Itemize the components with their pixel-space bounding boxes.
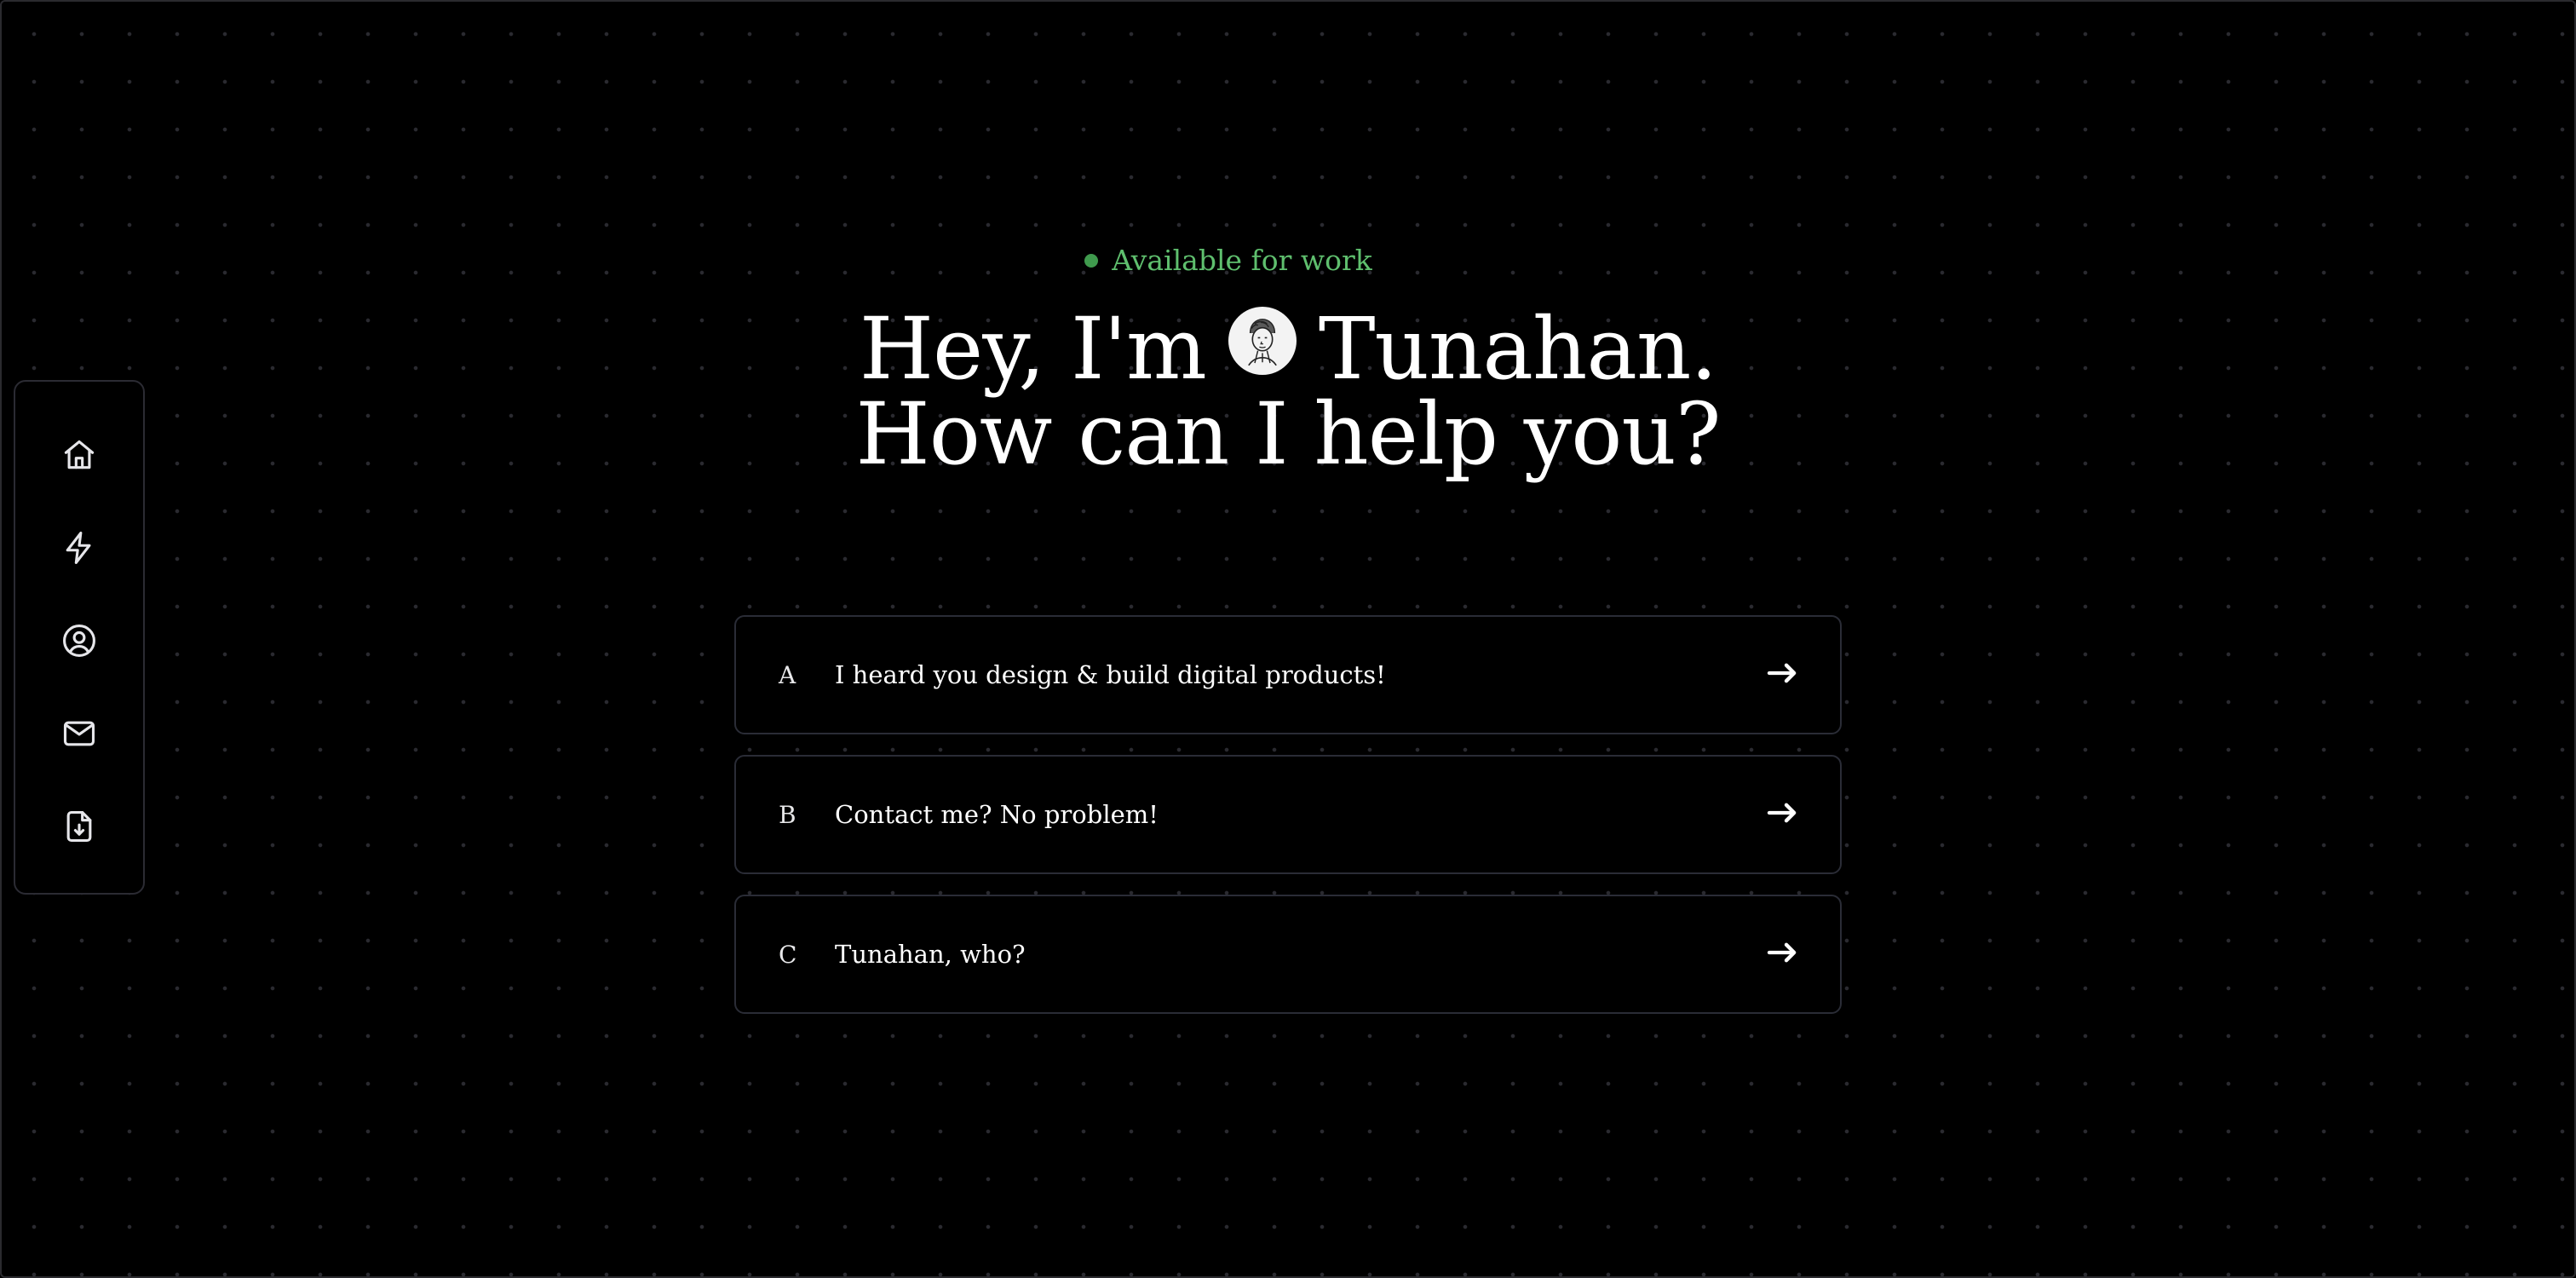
option-c-button[interactable]: C Tunahan, who?	[734, 895, 1842, 1014]
option-b-button[interactable]: B Contact me? No problem!	[734, 755, 1842, 874]
availability-status: Available for work	[0, 244, 2576, 277]
sidebar-item-lightning[interactable]	[52, 522, 106, 574]
file-download-icon	[66, 810, 92, 842]
sidebar-item-resume-download[interactable]	[52, 800, 106, 852]
option-letter: A	[779, 660, 796, 689]
option-letter: B	[779, 800, 796, 829]
hero-line-2: How can I help you?	[0, 392, 2576, 477]
option-a-button[interactable]: A I heard you design & build digital pro…	[734, 615, 1842, 734]
avatar	[1228, 307, 1297, 375]
option-letter: C	[779, 940, 797, 969]
status-dot	[1084, 253, 1099, 268]
option-text: I heard you design & build digital produ…	[835, 660, 1386, 689]
hero-heading: Hey, I'm Tunahan. How can I help you?	[0, 307, 2576, 477]
option-list: A I heard you design & build digital pro…	[734, 615, 1842, 1034]
sidebar-item-profile[interactable]	[52, 615, 106, 667]
status-text: Available for work	[1112, 244, 1372, 277]
hero-question: How can I help you?	[855, 384, 1722, 484]
user-circle-icon	[63, 625, 95, 657]
arrow-right-icon	[1765, 935, 1799, 973]
hero-name: Tunahan.	[1318, 299, 1717, 399]
lightning-icon	[66, 532, 91, 565]
hero-greeting: Hey, I'm	[859, 299, 1207, 399]
sidebar-item-mail[interactable]	[52, 707, 106, 759]
option-text: Tunahan, who?	[835, 940, 1026, 969]
arrow-right-icon	[1765, 656, 1799, 694]
arrow-right-icon	[1765, 796, 1799, 833]
option-text: Contact me? No problem!	[835, 800, 1159, 829]
avatar-illustration-icon	[1247, 319, 1277, 366]
mail-icon	[63, 721, 95, 746]
hero-line-1: Hey, I'm Tunahan.	[0, 307, 2576, 392]
